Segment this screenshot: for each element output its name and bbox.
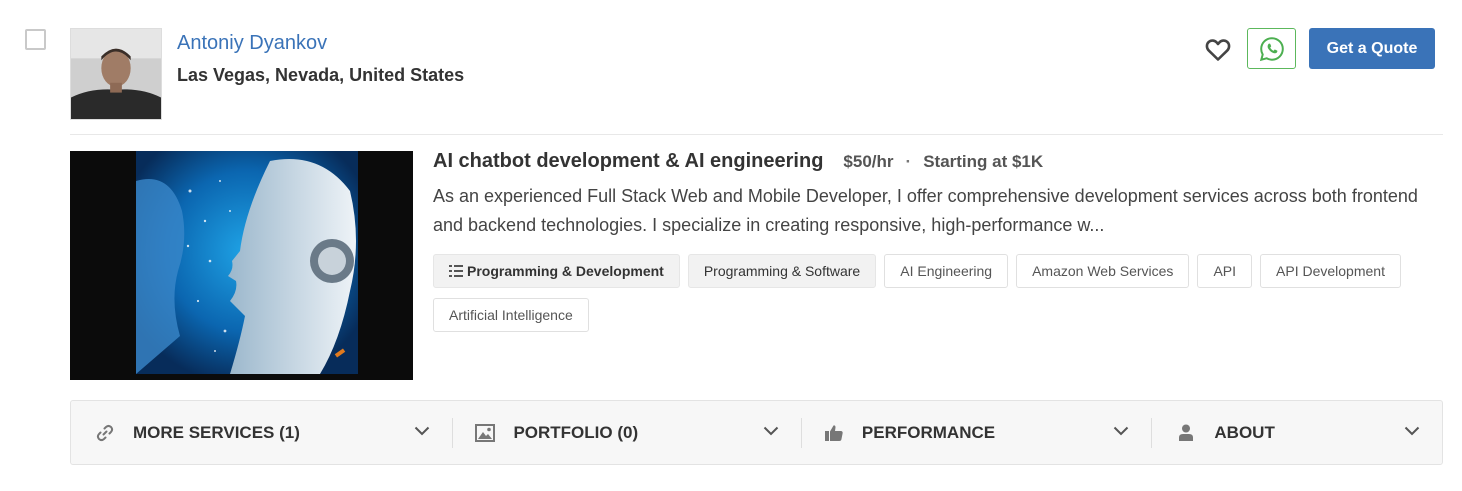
tag[interactable]: API Development [1260,254,1401,288]
tag-label: API Development [1276,263,1385,279]
section-label: ABOUT [1214,422,1275,442]
profile-sections-bar: MORE SERVICES (1) PORTFOLIO (0) PERFORMA… [70,400,1443,465]
section-label: MORE SERVICES (1) [133,422,300,442]
tag[interactable]: Amazon Web Services [1016,254,1190,288]
image-icon [475,423,496,443]
tag[interactable]: AI Engineering [884,254,1009,288]
favorite-button[interactable] [1203,35,1233,65]
chevron-down-icon [1404,423,1420,441]
tag-category[interactable]: Programming & Development [433,254,680,288]
whatsapp-icon [1259,36,1284,61]
section-label: PORTFOLIO (0) [513,422,639,442]
service-title-link[interactable]: AI chatbot development & AI engineering [433,150,823,173]
tag-label: Amazon Web Services [1032,263,1174,279]
user-icon [1176,423,1196,443]
section-more-services[interactable]: MORE SERVICES (1) [71,401,452,464]
starting-price: Starting at $1K [923,152,1044,171]
whatsapp-button[interactable] [1247,28,1296,69]
chevron-down-icon [763,423,779,441]
tag-subcategory[interactable]: Programming & Software [687,254,877,288]
separator-dot: · [905,152,912,171]
provider-location: Las Vegas, Nevada, United States [177,65,465,85]
section-performance[interactable]: PERFORMANCE [802,401,1151,464]
service-image[interactable] [70,151,413,380]
tag-label: AI Engineering [900,263,993,279]
chevron-down-icon [1113,423,1129,441]
select-checkbox[interactable] [25,29,46,50]
chevron-down-icon [414,423,430,441]
heart-icon [1205,39,1231,61]
tag-label: API [1213,263,1237,279]
service-description: As an experienced Full Stack Web and Mob… [433,186,1418,235]
section-label: PERFORMANCE [861,422,996,442]
link-icon [95,423,115,443]
section-portfolio[interactable]: PORTFOLIO (0) [453,401,800,464]
tag[interactable]: API [1197,254,1253,288]
tag-label: Programming & Development [467,263,664,279]
provider-name-link[interactable]: Antoniy Dyankov [177,32,327,55]
thumbs-up-icon [824,423,844,443]
divider [70,134,1443,135]
tag-list: Programming & Development Programming & … [433,254,1433,332]
list-icon [449,264,463,278]
service-header: AI chatbot development & AI engineering … [433,150,1043,173]
tag-label: Programming & Software [703,263,861,279]
hourly-rate: $50/hr [843,152,894,171]
get-a-quote-button[interactable]: Get a Quote [1309,28,1435,69]
avatar[interactable] [70,28,162,120]
tag[interactable]: Artificial Intelligence [433,298,589,332]
section-about[interactable]: ABOUT [1152,401,1442,464]
tag-label: Artificial Intelligence [449,307,573,323]
